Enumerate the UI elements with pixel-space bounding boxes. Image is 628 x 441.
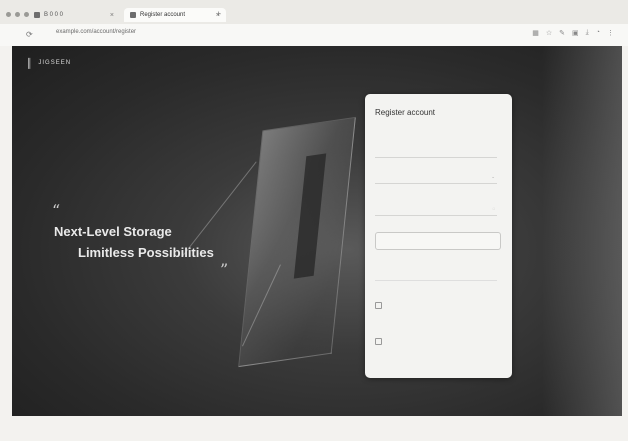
toolbar-icons: ▦ ☆ ✎ ▣ ⤓ ◔ ⋮ (532, 29, 614, 37)
favicon-icon (130, 12, 136, 18)
field-2[interactable]: ⌄ (375, 170, 497, 184)
headline-line2: Limitless Possibilities (78, 245, 214, 260)
register-card: Register account ⌄ ◌ (365, 94, 512, 378)
url-field[interactable]: example.com/account/register (56, 29, 136, 35)
translate-icon[interactable]: ▦ (532, 29, 539, 37)
tab-bar: B 0 0 0 × Register account × + (0, 6, 628, 24)
headline-line1: Next-Level Storage (54, 224, 172, 239)
tab-label: B 0 0 0 (44, 12, 64, 18)
minimize-window-icon[interactable] (15, 12, 20, 17)
field-3[interactable]: ◌ (375, 202, 497, 216)
window-controls[interactable] (6, 12, 29, 17)
tab-label: Register account (140, 12, 186, 18)
profile-icon[interactable]: ◔ (596, 29, 600, 37)
eye-icon[interactable]: ◌ (492, 206, 495, 211)
extensions-icon[interactable]: ▣ (572, 29, 579, 37)
nav-controls: ⟳ (26, 30, 33, 39)
quote-open-icon: “ (52, 201, 61, 220)
logo-text: JIGSEEN (38, 60, 72, 66)
new-tab-icon[interactable]: + (216, 9, 221, 19)
reload-icon[interactable]: ⟳ (26, 30, 33, 39)
close-window-icon[interactable] (6, 12, 11, 17)
pen-icon[interactable]: ✎ (559, 29, 565, 37)
chevron-down-icon: ⌄ (491, 174, 495, 179)
download-icon[interactable]: ⤓ (586, 29, 589, 37)
register-button[interactable] (375, 232, 501, 250)
field-1[interactable] (375, 144, 497, 158)
marketing-checkbox[interactable] (375, 338, 382, 345)
favicon-icon (34, 12, 40, 18)
light-streak (182, 161, 257, 257)
close-tab-icon[interactable]: × (110, 12, 114, 19)
address-bar: ⟳ example.com/account/register ▦ ☆ ✎ ▣ ⤓… (0, 24, 628, 46)
menu-icon[interactable]: ⋮ (607, 29, 614, 37)
logo[interactable]: ║ JIGSEEN (26, 58, 71, 68)
quote-close-icon: ” (220, 260, 229, 279)
browser-chrome: B 0 0 0 × Register account × + ⟳ example… (0, 0, 628, 46)
star-icon[interactable]: ☆ (546, 29, 552, 37)
hero-page: ║ JIGSEEN “ Next-Level Storage Limitless… (12, 46, 622, 416)
tab-active[interactable]: Register account × (124, 8, 226, 22)
logo-icon: ║ (26, 58, 34, 68)
tab-inactive[interactable]: B 0 0 0 × (28, 8, 120, 22)
terms-checkbox[interactable] (375, 302, 382, 309)
register-title: Register account (375, 108, 436, 117)
divider (375, 280, 497, 281)
